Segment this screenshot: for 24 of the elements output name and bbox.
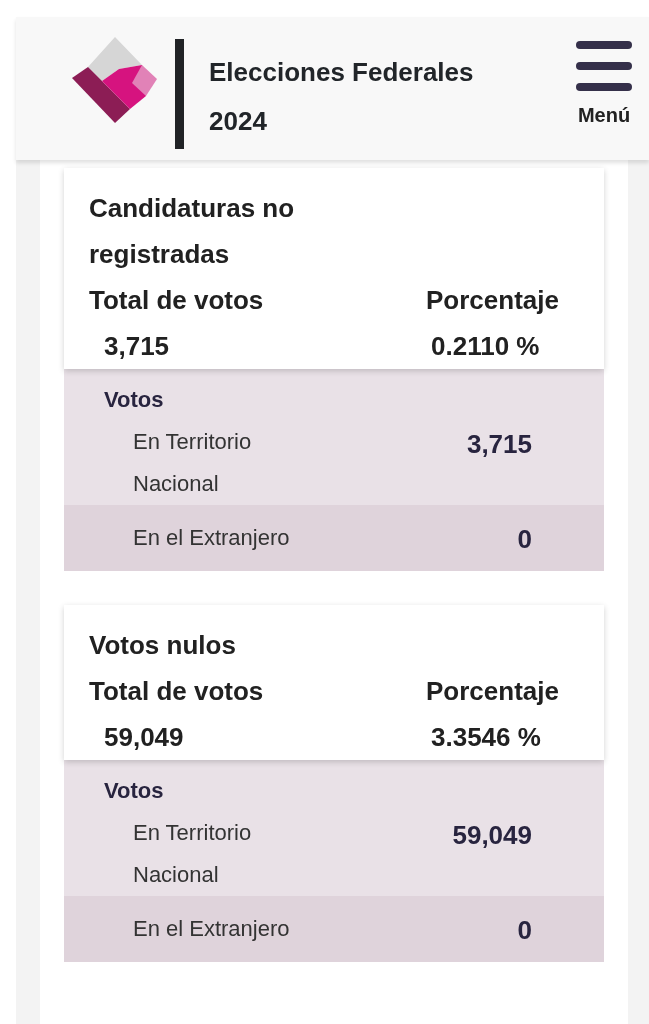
card-title: Candidaturas no registradas — [89, 192, 296, 271]
row-value: 59,049 — [452, 819, 532, 852]
row-label: En Territorio Nacional — [133, 819, 253, 889]
percent-value: 3.3546 % — [431, 722, 541, 752]
row-label: En el Extranjero — [133, 524, 291, 552]
percent-label: Porcentaje — [426, 284, 560, 317]
card-title: Votos nulos — [89, 629, 237, 662]
row-label: En el Extranjero — [133, 915, 291, 943]
total-value: 3,715 — [104, 331, 170, 361]
breakdown-title: Votos — [104, 777, 164, 805]
total-label: Total de votos — [89, 284, 265, 317]
site-title: Elecciones Federales 2024 — [209, 56, 475, 138]
total-value: 59,049 — [104, 722, 184, 752]
row-value: 0 — [517, 914, 532, 947]
breakdown-title: Votos — [104, 386, 164, 414]
row-value: 3,715 — [466, 428, 532, 461]
percent-value: 0.2110 % — [431, 331, 540, 361]
percent-label: Porcentaje — [426, 675, 560, 708]
logo-icon — [70, 37, 158, 123]
total-label: Total de votos — [89, 675, 265, 708]
menu-icon — [576, 40, 632, 91]
row-label: En Territorio Nacional — [133, 428, 253, 498]
row-value: 0 — [517, 523, 532, 556]
menu-button[interactable]: Menú — [576, 40, 632, 127]
